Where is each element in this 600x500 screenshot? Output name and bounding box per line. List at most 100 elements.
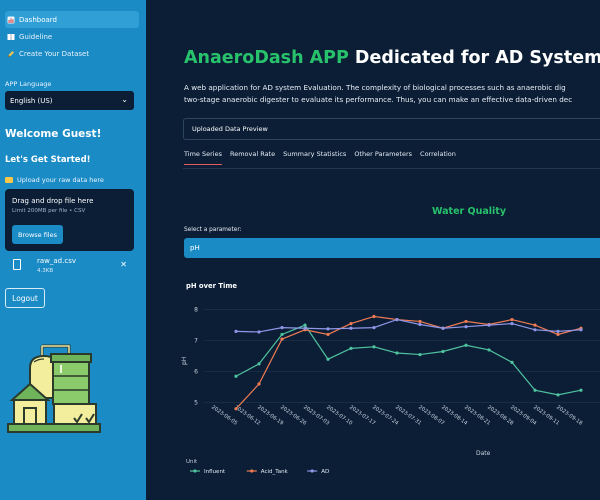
data-point: [372, 345, 376, 349]
parameter-value: pH: [190, 244, 200, 252]
data-point: [418, 352, 422, 357]
data-point: [395, 351, 399, 355]
data-preview-expander[interactable]: Uploaded Data Preview: [183, 118, 600, 140]
language-select[interactable]: English (US) ⌄: [5, 91, 134, 110]
chevron-down-icon: ⌄: [121, 95, 128, 104]
nav-item-create-dataset[interactable]: Create Your Dataset: [5, 45, 139, 62]
parameter-label: Select a parameter:: [184, 227, 242, 233]
data-point: [395, 317, 399, 322]
data-point: [464, 319, 468, 324]
pencil-icon: [7, 50, 15, 58]
tab-correlation[interactable]: Correlation: [420, 150, 456, 165]
language-label: APP Language: [5, 80, 52, 88]
nav-label-create-dataset: Create Your Dataset: [19, 49, 90, 58]
data-point: [257, 362, 261, 366]
chart-legend: Influent Acid_Tank AD: [190, 469, 329, 475]
parameter-select[interactable]: pH: [184, 238, 600, 258]
chart-title: pH over Time: [186, 282, 238, 290]
file-size: 4.3KB: [37, 268, 54, 274]
data-point: [326, 327, 330, 331]
data-point: [372, 326, 376, 330]
series-line-ad: [235, 318, 582, 333]
nav-item-dashboard[interactable]: Dashboard: [5, 11, 139, 28]
dropzone-title: Drag and drop file here: [12, 197, 94, 205]
upload-label: Upload your raw data here: [5, 176, 104, 184]
y-axis-label: pH: [181, 357, 188, 365]
folder-icon: [5, 177, 13, 183]
dropzone-limit: Limit 200MB per file • CSV: [12, 208, 86, 214]
data-point: [303, 326, 307, 330]
data-point: [510, 317, 514, 322]
data-point: [533, 388, 537, 392]
biogas-plant-icon: [7, 344, 101, 433]
y-tick-label: 8: [194, 307, 198, 314]
data-point: [372, 314, 376, 319]
language-value: English (US): [10, 96, 53, 105]
data-point: [533, 328, 537, 332]
x-axis-label: Date: [476, 450, 491, 457]
y-tick-label: 6: [194, 369, 198, 376]
legend-title: Unit: [186, 459, 198, 465]
sidebar: Dashboard Guideline Create Your Dataset …: [0, 0, 146, 500]
y-tick-label: 7: [194, 338, 198, 345]
file-dropzone[interactable]: Drag and drop file here Limit 200MB per …: [5, 189, 134, 251]
data-point: [533, 323, 537, 327]
data-point: [418, 319, 422, 324]
x-axis-ticks: 2023-06-052023-06-122023-06-192023-06-26…: [210, 404, 583, 427]
data-point: [303, 323, 307, 327]
data-point: [349, 326, 353, 330]
tab-other-parameters[interactable]: Other Parameters: [354, 150, 412, 165]
chart-series: [234, 314, 583, 411]
data-point: [280, 326, 284, 330]
data-point: [464, 343, 468, 347]
tab-removal-rate[interactable]: Removal Rate: [230, 150, 275, 165]
data-point: [349, 346, 353, 350]
nav-item-guideline[interactable]: Guideline: [5, 28, 139, 45]
data-point: [556, 332, 560, 337]
file-name: raw_ad.csv: [37, 257, 76, 265]
series-line-influent: [235, 324, 582, 396]
welcome-heading: Welcome Guest!: [5, 128, 102, 140]
ph-line-chart: 5 6 7 8 2023-06-052023-06-122023-06-192023-…: [181, 307, 600, 475]
legend-label: Influent: [204, 469, 226, 475]
legend-label: AD: [321, 469, 329, 475]
data-point: [349, 321, 353, 326]
description-line-2: two-stage anaerobic digester to evaluate…: [184, 95, 573, 104]
page-title: AnaeroDash APP Dedicated for AD System E…: [184, 48, 600, 68]
description-line-1: A web application for AD system Evaluati…: [184, 83, 566, 92]
data-point: [326, 357, 330, 361]
data-point: [234, 329, 238, 333]
data-point: [441, 326, 445, 330]
uploaded-file: raw_ad.csv 4.3KB ✕: [13, 256, 131, 278]
data-point: [326, 332, 330, 337]
section-title: Water Quality: [432, 206, 507, 217]
series-line-acid_tank: [235, 315, 582, 410]
data-point: [441, 349, 445, 354]
browse-files-button[interactable]: Browse files: [12, 225, 63, 244]
logout-button[interactable]: Logout: [5, 288, 45, 308]
main-content: AnaeroDash APP Dedicated for AD System E…: [146, 0, 600, 500]
legend-marker: [310, 469, 314, 473]
upload-label-text: Upload your raw data here: [17, 176, 104, 184]
get-started-heading: Let's Get Started!: [5, 155, 91, 165]
chart-grid: [204, 309, 600, 403]
data-point: [487, 348, 491, 352]
tab-summary-statistics[interactable]: Summary Statistics: [283, 150, 346, 165]
data-preview-label: Uploaded Data Preview: [192, 125, 268, 133]
page-title-accent: AnaeroDash APP: [184, 48, 349, 68]
app-description: A web application for AD system Evaluati…: [184, 82, 572, 106]
data-point: [418, 322, 422, 327]
data-point: [234, 407, 238, 411]
data-point: [257, 382, 261, 386]
y-tick-label: 5: [194, 400, 198, 407]
tab-divider: [183, 168, 600, 169]
data-point: [510, 321, 514, 326]
data-point: [579, 388, 583, 392]
data-point: [579, 328, 583, 332]
nav-label-dashboard: Dashboard: [19, 15, 57, 24]
remove-file-icon[interactable]: ✕: [120, 260, 127, 269]
legend-marker: [193, 469, 197, 473]
data-point: [487, 323, 491, 327]
page-title-rest: Dedicated for AD System Evalu: [354, 48, 600, 68]
tab-time-series[interactable]: Time Series: [184, 150, 222, 165]
